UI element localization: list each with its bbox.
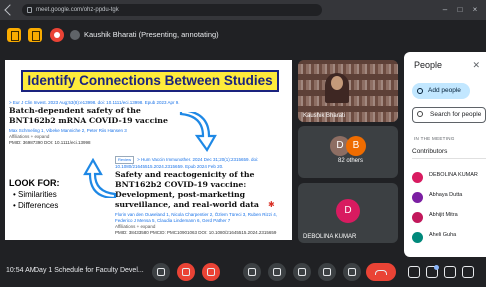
record-icon (298, 268, 306, 276)
section-label: IN THE MEETING (414, 136, 455, 141)
captions-button[interactable] (152, 263, 170, 281)
paper-2: Review > Hum Vaccin Immunother. 2024 Dec … (115, 156, 290, 236)
paper-2-authors: Florin van den Ouweland 1, Nicola Charpe… (115, 212, 277, 223)
paper-1-title: Batch-dependent safety of the BNT162b2 m… (9, 106, 168, 125)
emoji-button[interactable] (268, 263, 286, 281)
others-tile[interactable]: D B 82 others (298, 126, 398, 178)
mic-button[interactable] (177, 263, 195, 281)
people-panel: People ✕ Add people Search for people IN… (404, 52, 486, 257)
avatar: B (346, 136, 366, 156)
clock: 10:54 AM (6, 267, 36, 274)
presenter-tile-name: Kaushik Bharati (303, 113, 346, 119)
paper-2-ids: PMID: 38433580 PMCID: PMC10901063 DOI: 1… (115, 230, 277, 235)
more-options-icon (348, 268, 356, 276)
annotate-icon[interactable] (7, 28, 21, 42)
annotation-mark: ✱ (268, 200, 275, 209)
present-now-icon (248, 268, 256, 276)
paper-2-citation: > Hum Vaccin Immunother. 2024 Dec 31;20(… (115, 157, 259, 169)
people-icon[interactable] (426, 265, 439, 278)
self-tile-name: DEBOLINA KUMAR (303, 234, 357, 240)
participant-item[interactable]: DEBOLINA KUMAR (412, 170, 486, 186)
avatar: D (336, 199, 360, 223)
people-panel-title: People (414, 60, 443, 70)
presenter-label: Kaushik Bharati (Presenting, annotating) (84, 30, 219, 39)
raise-hand-icon (323, 268, 331, 276)
record-icon[interactable] (50, 28, 64, 42)
present-now-button[interactable] (243, 263, 261, 281)
avatar (70, 30, 80, 40)
add-person-icon (417, 88, 423, 94)
close-window-icon[interactable]: × (470, 5, 480, 15)
lock-icon (27, 7, 32, 13)
participant-item[interactable]: Aheli Guha (412, 230, 486, 246)
participant-item[interactable]: Abhijit Mitra (412, 210, 486, 226)
paper-1-ids: PMID: 36987390 DOI: 10.1111/eci.13998 (9, 140, 91, 145)
camera-off-icon (207, 268, 215, 276)
avatar (412, 232, 423, 243)
maximize-icon[interactable]: □ (455, 5, 465, 15)
end-call-icon (375, 270, 387, 275)
camera-button[interactable] (202, 263, 220, 281)
others-count: 82 others (338, 158, 364, 164)
minimize-icon[interactable]: – (440, 5, 450, 15)
emoji-icon (273, 268, 281, 276)
info-icon[interactable] (408, 266, 420, 278)
record-button[interactable] (293, 263, 311, 281)
self-tile[interactable]: D DEBOLINA KUMAR (298, 183, 398, 243)
meet-header: Kaushik Bharati (Presenting, annotating) (0, 20, 486, 52)
arrow-down-right-icon (179, 112, 217, 153)
arrow-up-left-icon (83, 158, 117, 198)
slide-title: Identify Connections Between Studies (21, 70, 279, 92)
presenter-video (325, 73, 349, 103)
browser-toolbar: meet.google.com/ohz-ppdu-tgk – □ × (0, 0, 486, 20)
meeting-toolbar: 10:54 AM Day 1 Schedule for Faculty Deve… (0, 257, 486, 287)
end-call-button[interactable] (366, 263, 396, 281)
url-text: meet.google.com/ohz-ppdu-tgk (36, 7, 119, 13)
participant-item[interactable]: Abhaya Dutta (412, 190, 486, 206)
paper-1: > Eur J Clin Invest. 2023 Aug;53(8):e139… (9, 100, 189, 146)
raise-hand-button[interactable] (318, 263, 336, 281)
presenter-chip: Kaushik Bharati (Presenting, annotating) (70, 28, 219, 42)
present-icon[interactable] (28, 28, 42, 42)
more-options-button[interactable] (343, 263, 361, 281)
avatar (412, 212, 423, 223)
mic-off-icon (182, 268, 190, 276)
back-icon[interactable] (4, 4, 16, 16)
close-icon[interactable]: ✕ (472, 60, 480, 71)
review-badge: Review (115, 156, 135, 164)
meeting-title: Day 1 Schedule for Faculty Devel... (34, 267, 144, 274)
chat-icon[interactable] (444, 266, 456, 278)
presented-slide: Identify Connections Between Studies > E… (5, 60, 292, 240)
look-for-item: • Differences (13, 201, 59, 210)
search-input[interactable]: Search for people (412, 107, 486, 123)
paper-2-title: Safety and reactogenicity of the BNT162b… (115, 170, 259, 209)
activities-icon[interactable] (462, 266, 474, 278)
avatar (412, 192, 423, 203)
meet-window: meet.google.com/ohz-ppdu-tgk – □ × Kaush… (0, 0, 486, 287)
address-bar[interactable]: meet.google.com/ohz-ppdu-tgk (22, 4, 322, 16)
add-people-button[interactable]: Add people (412, 83, 470, 99)
presenter-tile[interactable]: Kaushik Bharati (298, 60, 398, 122)
search-icon (417, 111, 423, 117)
avatar (412, 172, 423, 183)
contributors-header[interactable]: Contributors (412, 145, 486, 159)
captions-icon (157, 268, 165, 276)
